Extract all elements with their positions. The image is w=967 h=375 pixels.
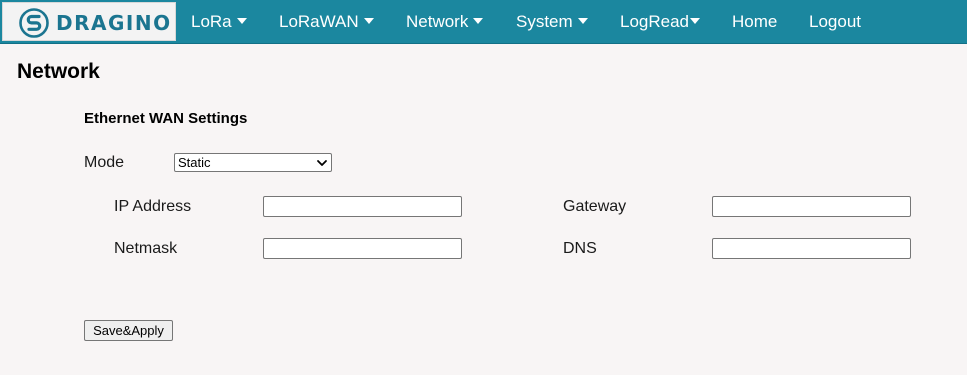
nav-label-network: Network (406, 12, 469, 31)
nav-label-home: Home (732, 12, 778, 31)
page-title: Network (17, 60, 100, 83)
gateway-label: Gateway (563, 198, 627, 215)
mode-selected-value: Static (178, 155, 211, 170)
section-title: Ethernet WAN Settings (84, 110, 248, 127)
netmask-input[interactable] (263, 238, 462, 259)
gateway-input[interactable] (712, 196, 911, 217)
nav-label-lorawan: LoRaWAN (279, 12, 359, 31)
dragino-s-logo-icon (19, 8, 49, 38)
dns-input[interactable] (712, 238, 911, 259)
nav-menu-system[interactable]: System (516, 0, 588, 43)
save-apply-button[interactable]: Save&Apply (84, 320, 173, 341)
nav-link-logout[interactable]: Logout (809, 0, 861, 43)
ip-address-input[interactable] (263, 196, 462, 217)
nav-menu-logread[interactable]: LogRead (620, 0, 701, 43)
nav-label-logread: LogRead (620, 12, 690, 31)
nav-label-lora: LoRa (191, 12, 232, 31)
nav-menu-lora[interactable]: LoRa (191, 0, 247, 43)
netmask-label: Netmask (114, 240, 178, 257)
caret-down-icon (363, 18, 374, 25)
dns-label: DNS (563, 240, 597, 257)
ip-address-label: IP Address (114, 198, 192, 215)
nav-menu-network[interactable]: Network (406, 0, 484, 43)
nav-menu-lorawan[interactable]: LoRaWAN (279, 0, 374, 43)
mode-select[interactable]: Static (174, 153, 332, 172)
caret-down-icon (690, 18, 701, 25)
chevron-down-icon (317, 160, 327, 166)
nav-link-home[interactable]: Home (732, 0, 777, 43)
top-navbar: DRAGINO LoRa LoRaWAN Network System LogR… (0, 0, 967, 44)
caret-down-icon (236, 18, 247, 25)
logo-text: DRAGINO (56, 11, 172, 35)
nav-label-system: System (516, 12, 573, 31)
nav-label-logout: Logout (809, 12, 861, 31)
dragino-logo[interactable]: DRAGINO (2, 2, 176, 41)
caret-down-icon (577, 18, 588, 25)
mode-label: Mode (84, 154, 125, 171)
caret-down-icon (473, 18, 484, 25)
